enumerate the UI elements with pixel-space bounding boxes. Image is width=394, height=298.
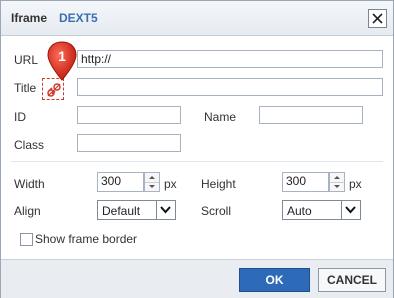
align-dropdown-button[interactable]: [156, 201, 175, 219]
arrow-up-icon: [149, 176, 155, 179]
align-select-value: Default: [102, 204, 141, 218]
width-label: Width: [14, 177, 45, 191]
arrow-up-icon: [334, 176, 340, 179]
section-divider: [11, 161, 383, 162]
annotation-badge-number: 1: [58, 48, 66, 64]
dialog-titlebar: Iframe DEXT5: [1, 1, 393, 36]
chevron-down-icon: [160, 206, 171, 214]
ok-button[interactable]: OK: [239, 268, 310, 292]
id-label: ID: [14, 110, 26, 124]
dialog-title: Iframe: [11, 11, 48, 25]
height-label: Height: [201, 177, 236, 191]
class-input[interactable]: [77, 134, 181, 152]
align-label: Align: [14, 204, 41, 218]
annotation-pin-icon: 1: [47, 41, 77, 81]
dialog-brand: DEXT5: [59, 11, 98, 25]
arrow-down-icon: [149, 185, 155, 188]
align-select[interactable]: Default: [97, 200, 176, 220]
show-frame-border-checkbox[interactable]: [20, 233, 33, 246]
close-icon: [372, 13, 383, 24]
arrow-down-icon: [334, 185, 340, 188]
scroll-label: Scroll: [201, 204, 232, 218]
height-input[interactable]: 300: [282, 172, 329, 192]
height-stepper[interactable]: [329, 172, 345, 192]
width-unit: px: [164, 177, 177, 191]
width-input[interactable]: 300: [97, 172, 144, 192]
height-decrement[interactable]: [330, 182, 344, 191]
scroll-select[interactable]: Auto: [282, 200, 361, 220]
name-label: Name: [204, 110, 237, 124]
chevron-down-icon: [345, 206, 356, 214]
close-button[interactable]: [368, 9, 387, 28]
scroll-dropdown-button[interactable]: [341, 201, 360, 219]
scroll-select-value: Auto: [287, 204, 312, 218]
show-frame-border-label[interactable]: Show frame border: [35, 232, 137, 246]
height-unit: px: [349, 177, 362, 191]
id-input[interactable]: [77, 106, 181, 124]
name-input[interactable]: [259, 106, 363, 124]
width-stepper[interactable]: [144, 172, 160, 192]
link-icon: [47, 83, 61, 97]
title-label: Title: [14, 81, 37, 95]
url-label: URL: [14, 53, 39, 67]
dialog-footer: OK CANCEL: [1, 259, 393, 298]
class-label: Class: [14, 138, 45, 152]
cancel-button[interactable]: CANCEL: [318, 268, 386, 292]
title-input[interactable]: [77, 78, 383, 96]
url-input[interactable]: http://: [77, 50, 383, 68]
width-decrement[interactable]: [145, 182, 159, 191]
